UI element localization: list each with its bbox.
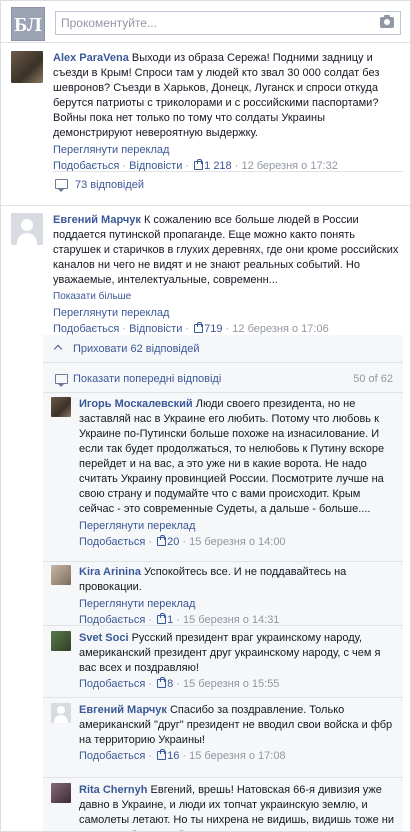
timestamp[interactable]: 12 березня о 17:06	[232, 323, 328, 335]
comment-author[interactable]: Alex ParaVena	[53, 52, 129, 64]
comment-composer: БЛ	[11, 7, 403, 41]
see-translation-link[interactable]: Переглянути переклад	[79, 597, 397, 612]
thumbs-up-icon	[194, 322, 204, 333]
page-logo: БЛ	[11, 7, 45, 41]
thumbs-up-icon	[157, 535, 167, 546]
like-count[interactable]: 20	[167, 536, 179, 548]
avatar[interactable]	[51, 783, 71, 803]
view-replies-link[interactable]: 73 відповідей	[55, 177, 144, 194]
reply-actions: Подобається · 16 · 15 березня о 17:08	[79, 749, 286, 762]
timestamp[interactable]: 15 березня о 15:55	[183, 678, 279, 690]
speech-bubble-icon	[55, 179, 68, 192]
reply-author[interactable]: Svet Soci	[79, 632, 129, 644]
divider	[43, 625, 403, 626]
timestamp[interactable]: 15 березня о 14:00	[189, 536, 285, 548]
like-link[interactable]: Подобається	[79, 536, 145, 548]
comments-panel: БЛ Alex ParaVena Выходи из образа Сережа…	[0, 0, 411, 832]
like-link[interactable]: Подобається	[79, 678, 145, 690]
hide-replies-bar[interactable]: Приховати 62 відповідей	[43, 335, 403, 363]
avatar[interactable]	[51, 397, 71, 417]
like-count[interactable]: 719	[204, 323, 222, 335]
reply-link[interactable]: Відповісти	[129, 323, 182, 335]
avatar[interactable]	[51, 631, 71, 651]
thumbs-up-icon	[157, 749, 167, 760]
timestamp[interactable]: 15 березня о 17:08	[189, 750, 285, 762]
divider	[43, 697, 403, 698]
divider	[1, 205, 410, 206]
replies-section: Приховати 62 відповідей Показати поперед…	[43, 335, 403, 831]
previous-replies-bar: Показати попередні відповіді 50 of 62	[43, 365, 403, 393]
replies-count-label[interactable]: 73 відповідей	[75, 179, 144, 191]
like-link[interactable]: Подобається	[53, 323, 119, 335]
comment-input[interactable]	[56, 12, 366, 34]
hide-replies-link[interactable]: Приховати 62 відповідей	[73, 335, 200, 363]
thumbs-up-icon	[157, 613, 167, 624]
see-translation-link[interactable]: Переглянути переклад	[53, 143, 403, 158]
like-link[interactable]: Подобається	[79, 750, 145, 762]
thumbs-up-icon	[157, 677, 167, 688]
reply-author[interactable]: Игорь Москалевский	[79, 398, 193, 410]
show-more-link[interactable]: Показати більше	[53, 289, 403, 304]
thumbs-up-icon	[194, 159, 204, 170]
avatar[interactable]	[11, 51, 43, 83]
reply-author[interactable]: Евгений Марчук	[79, 704, 167, 716]
reply-actions: Подобається · 8 · 15 березня о 15:55	[79, 677, 280, 690]
chevron-up-icon	[53, 344, 63, 354]
avatar[interactable]	[51, 565, 71, 585]
reply-text: Люди своего президента, но не заставляй …	[79, 398, 385, 515]
comment-author[interactable]: Евгений Марчук	[53, 214, 141, 226]
avatar[interactable]	[51, 703, 71, 723]
speech-bubble-icon	[55, 374, 68, 387]
camera-icon[interactable]	[380, 15, 394, 28]
reply-author[interactable]: Rita Chernyh	[79, 784, 147, 796]
reply-actions: Подобається · 20 · 15 березня о 14:00	[79, 535, 286, 548]
divider	[1, 42, 410, 43]
comment-input-box[interactable]	[55, 11, 401, 35]
replies-counter: 50 of 62	[353, 373, 393, 385]
see-translation-link[interactable]: Переглянути переклад	[53, 306, 403, 321]
like-count[interactable]: 8	[167, 678, 173, 690]
divider	[43, 777, 403, 778]
reply-author[interactable]: Kira Arinina	[79, 566, 141, 578]
avatar[interactable]	[11, 213, 43, 245]
divider	[43, 561, 403, 562]
divider	[53, 171, 403, 172]
show-previous-replies-link[interactable]: Показати попередні відповіді	[73, 365, 221, 393]
see-translation-link[interactable]: Переглянути переклад	[79, 519, 397, 534]
like-count[interactable]: 16	[167, 750, 179, 762]
comment-text: Выходи из образа Сережа! Подними задницу…	[53, 52, 380, 139]
